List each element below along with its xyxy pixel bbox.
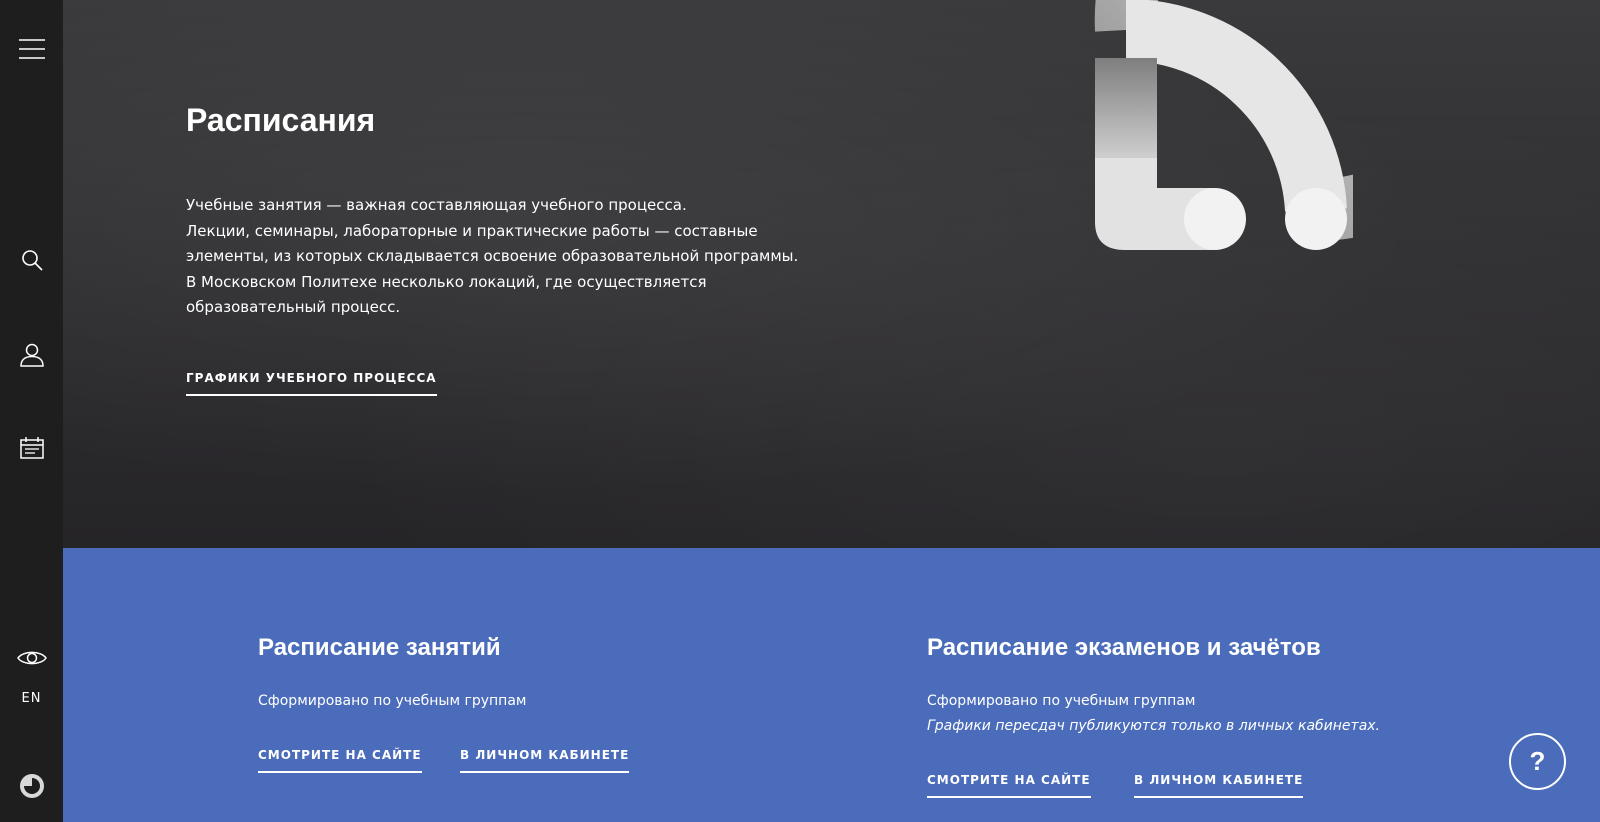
section-title: Расписание занятий [258,634,501,661]
personal-cabinet-link[interactable]: В ЛИЧНОМ КАБИНЕТЕ [1134,773,1304,798]
search-icon[interactable] [0,248,63,272]
page-title: Расписания [186,102,376,138]
language-switch[interactable]: EN [0,691,63,706]
logo-icon[interactable] [0,772,63,800]
hero-description-line: Учебные занятия — важная составляющая уч… [186,196,687,214]
hero-description: Учебные занятия — важная составляющая уч… [186,193,806,321]
eye-icon[interactable] [0,648,63,668]
help-button[interactable]: ? [1509,733,1566,790]
section-title: Расписание экзаменов и зачётов [927,634,1321,661]
hero-section: Расписания Учебные занятия — важная сост… [63,0,1600,548]
academic-calendar-link[interactable]: ГРАФИКИ УЧЕБНОГО ПРОЦЕССА [186,371,437,396]
menu-icon[interactable] [0,36,63,62]
sidebar: EN [0,0,63,822]
hero-description-line: В Московском Политехе несколько локаций,… [186,272,707,317]
section-text: Сформировано по учебным группам [258,693,527,709]
schedules-section: Расписание занятий Сформировано по учебн… [63,548,1600,822]
section-text: Сформировано по учебным группам [927,693,1196,709]
view-on-site-link[interactable]: СМОТРИТЕ НА САЙТЕ [927,773,1091,798]
clock-icon [1094,0,1353,250]
user-icon[interactable] [0,342,63,368]
view-on-site-link[interactable]: СМОТРИТЕ НА САЙТЕ [258,748,422,773]
page: EN Расписания Учебные занятия — важная с… [0,0,1600,822]
hero-description-line: Лекции, семинары, лабораторные и практич… [186,221,799,266]
calendar-icon[interactable] [0,436,63,460]
section-note: Графики пересдач публикуются только в ли… [927,718,1381,734]
personal-cabinet-link[interactable]: В ЛИЧНОМ КАБИНЕТЕ [460,748,630,773]
